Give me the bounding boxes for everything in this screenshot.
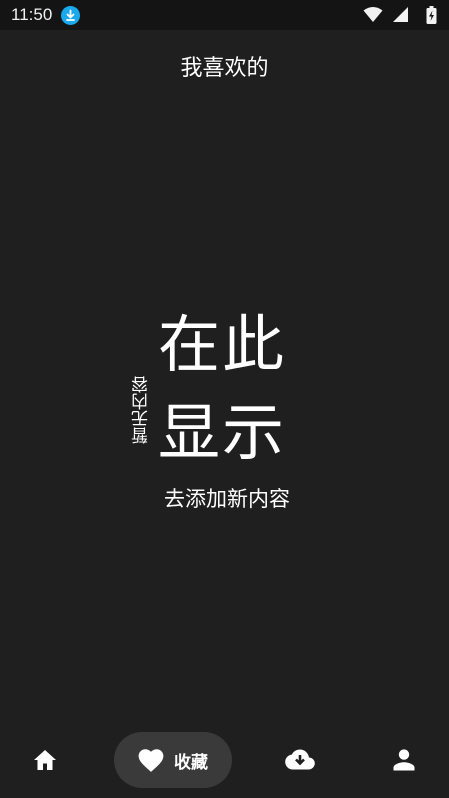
empty-state-line1: 在此 bbox=[158, 308, 287, 381]
empty-state-line2: 显示 bbox=[158, 396, 287, 469]
cell-signal-icon bbox=[393, 7, 408, 22]
nav-home-button[interactable] bbox=[20, 732, 70, 788]
cloud-download-icon bbox=[285, 749, 315, 770]
empty-state-vertical-text: 暂无内容 bbox=[132, 376, 152, 444]
battery-charging-icon bbox=[426, 6, 437, 24]
heart-icon bbox=[138, 748, 164, 772]
nav-favorites-button[interactable]: 收藏 bbox=[114, 732, 232, 788]
nav-favorites-label: 收藏 bbox=[174, 752, 208, 773]
add-content-link[interactable]: 去添加新内容 bbox=[164, 483, 290, 513]
page-title: 我喜欢的 bbox=[180, 56, 269, 81]
wifi-icon bbox=[363, 7, 383, 22]
bottom-nav: 收藏 bbox=[0, 732, 449, 790]
home-icon bbox=[34, 750, 56, 770]
download-notification-icon bbox=[61, 6, 80, 25]
status-time: 11:50 bbox=[11, 5, 53, 24]
nav-download-button[interactable] bbox=[275, 732, 325, 788]
person-icon bbox=[393, 749, 415, 771]
screen: 11:50 我喜欢的 在此 显示 暂无内容 去添加新内容 收藏 bbox=[0, 0, 449, 798]
nav-profile-button[interactable] bbox=[380, 732, 428, 788]
status-bar: 11:50 bbox=[0, 0, 449, 30]
